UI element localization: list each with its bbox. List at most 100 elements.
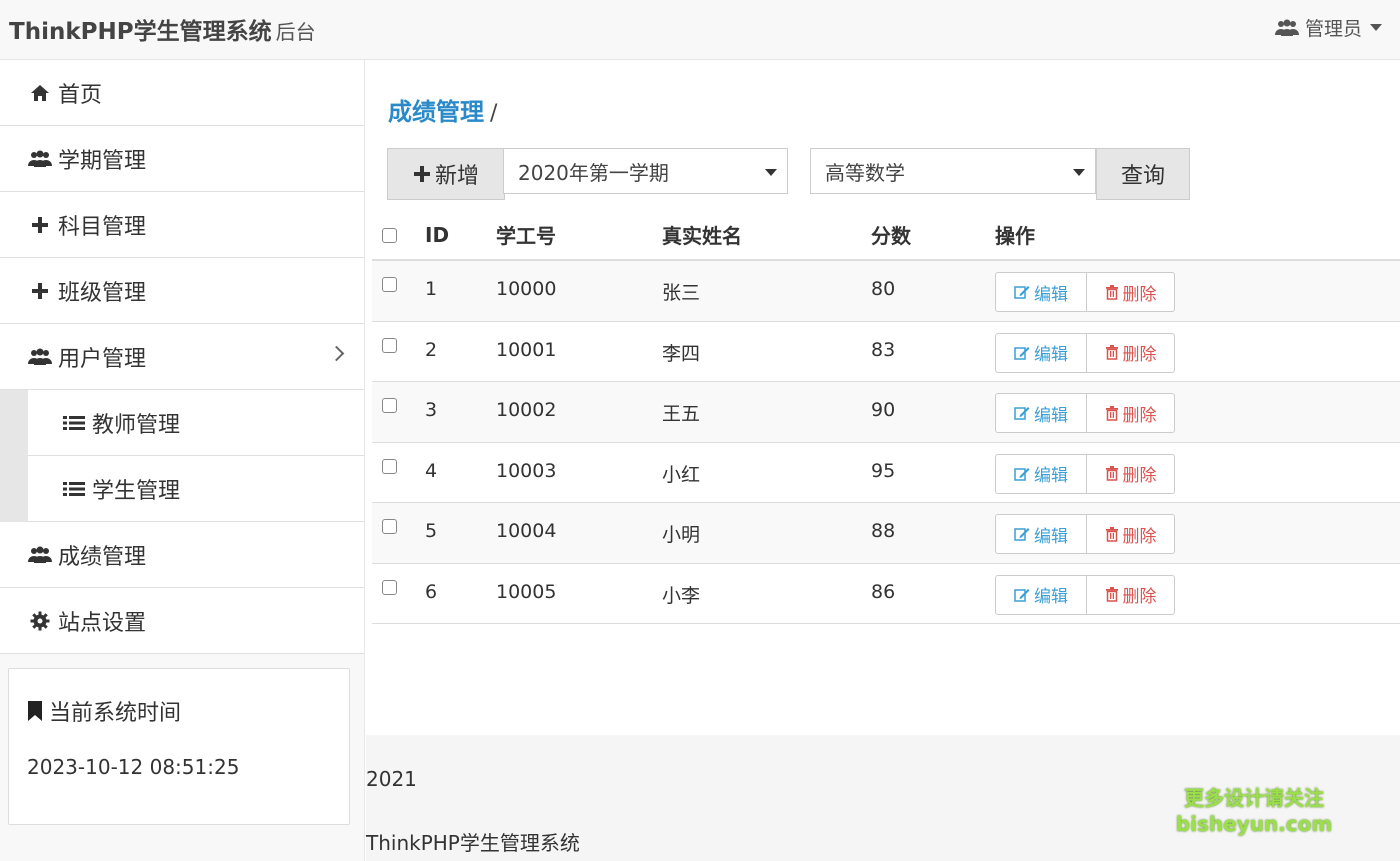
edit-button[interactable]: 编辑	[995, 514, 1087, 554]
row-actions: 编辑 删除	[995, 272, 1175, 312]
row-checkbox[interactable]	[382, 579, 397, 595]
plus-icon	[28, 216, 52, 234]
row-checkbox[interactable]	[382, 398, 397, 413]
footer-year: 2021	[366, 767, 417, 791]
footer: 2021 ThinkPHP学生管理系统 更多设计请关注 bisheyun.com	[366, 735, 1400, 861]
table-row: 6 10005 小李 86 编辑 删除	[372, 564, 1400, 624]
sidebar-item-label: 成绩管理	[58, 544, 147, 570]
brand[interactable]: ThinkPHP学生管理系统 后台	[9, 12, 316, 46]
sidebar-item-label: 用户管理	[58, 346, 147, 372]
delete-button[interactable]: 删除	[1087, 514, 1175, 554]
cell-score: 80	[871, 278, 896, 300]
edit-button-label: 编辑	[1034, 526, 1068, 547]
sidebar-item-classes[interactable]: 班级管理	[0, 258, 364, 324]
sidebar-item-label: 学期管理	[58, 148, 147, 174]
edit-icon	[1014, 588, 1030, 602]
sidebar-item-home[interactable]: 首页	[0, 60, 364, 126]
row-checkbox[interactable]	[382, 337, 397, 353]
breadcrumb-separator: /	[490, 101, 498, 126]
header-name: 真实姓名	[662, 224, 742, 248]
caret-down-icon	[1370, 24, 1382, 31]
delete-button[interactable]: 删除	[1087, 574, 1175, 615]
header-id: ID	[425, 222, 450, 247]
sidebar-item-terms[interactable]: 学期管理	[0, 126, 364, 192]
users-icon	[28, 150, 52, 168]
cell-id: 3	[425, 399, 438, 421]
sidebar-item-settings[interactable]: 站点设置	[0, 588, 364, 654]
row-actions: 编辑 删除	[995, 574, 1175, 615]
trash-icon	[1105, 345, 1118, 360]
cell-actions: 编辑 删除	[995, 503, 1175, 563]
list-icon	[62, 415, 86, 431]
submenu-indent	[0, 390, 28, 522]
cell-number: 10004	[496, 520, 557, 542]
edit-icon	[1014, 286, 1030, 299]
row-actions: 编辑 删除	[995, 332, 1175, 373]
row-checkbox[interactable]	[382, 458, 397, 474]
query-button[interactable]: 查询	[1096, 148, 1190, 200]
brand-subtitle: 后台	[275, 20, 316, 44]
edit-button[interactable]: 编辑	[995, 453, 1087, 494]
breadcrumb: 成绩管理 /	[388, 92, 497, 127]
breadcrumb-current[interactable]: 成绩管理	[388, 98, 484, 126]
sidebar-item-label: 首页	[58, 82, 103, 108]
header-number: 学工号	[496, 224, 556, 248]
plus-icon	[28, 282, 52, 300]
cell-number: 10000	[496, 278, 557, 300]
watermark: 更多设计请关注 bisheyun.com	[1174, 785, 1334, 837]
row-checkbox[interactable]	[382, 519, 397, 534]
edit-button-label: 编辑	[1034, 587, 1068, 607]
delete-button[interactable]: 删除	[1087, 332, 1175, 373]
sidebar-item-subjects[interactable]: 科目管理	[0, 192, 364, 258]
trash-icon	[1105, 284, 1118, 300]
cell-actions: 编辑 删除	[995, 261, 1175, 321]
edit-button[interactable]: 编辑	[995, 393, 1087, 433]
sidebar-item-students[interactable]: 学生管理	[28, 456, 364, 522]
main-content: 成绩管理 / 新增 2020年第一学期 高等数学 查询 ID 学工号 真实姓名 分…	[366, 60, 1400, 735]
delete-button-label: 删除	[1122, 284, 1157, 305]
cell-actions: 编辑 删除	[995, 322, 1175, 382]
subject-select[interactable]: 高等数学	[810, 148, 1096, 194]
row-select-cell	[382, 382, 397, 442]
sidebar-item-label: 科目管理	[58, 214, 147, 240]
cell-score: 83	[871, 338, 896, 361]
row-select-cell	[382, 322, 397, 382]
cell-score: 88	[871, 520, 896, 542]
edit-button[interactable]: 编辑	[995, 272, 1087, 312]
sidebar-item-teachers[interactable]: 教师管理	[28, 390, 364, 456]
row-actions: 编辑 删除	[995, 514, 1175, 554]
delete-button-label: 删除	[1122, 345, 1157, 365]
edit-button-label: 编辑	[1034, 345, 1068, 365]
sidebar-item-users[interactable]: 用户管理	[0, 324, 364, 390]
edit-icon	[1014, 407, 1030, 420]
top-navbar: ThinkPHP学生管理系统 后台 管理员	[0, 0, 1400, 60]
edit-button[interactable]: 编辑	[995, 574, 1087, 615]
grades-table: ID 学工号 真实姓名 分数 操作 1 10000 张三 80 编辑 删除 2 10001 李四…	[372, 210, 1400, 624]
users-icon	[28, 348, 52, 366]
row-select-cell	[382, 443, 397, 503]
cell-id: 1	[425, 278, 438, 300]
table-header: ID 学工号 真实姓名 分数 操作	[372, 210, 1400, 261]
bookmark-icon	[28, 701, 42, 721]
row-actions: 编辑 删除	[995, 393, 1175, 433]
watermark-line2: bisheyun.com	[1175, 812, 1333, 836]
trash-icon	[1105, 587, 1118, 602]
delete-button[interactable]: 删除	[1087, 393, 1175, 433]
add-button[interactable]: 新增	[387, 148, 505, 200]
cell-actions: 编辑 删除	[995, 382, 1175, 442]
cell-actions: 编辑 删除	[995, 443, 1175, 503]
users-icon	[1274, 19, 1299, 36]
cell-number: 10005	[496, 580, 557, 603]
delete-button[interactable]: 删除	[1087, 453, 1175, 494]
user-menu[interactable]: 管理员	[1274, 14, 1382, 41]
row-checkbox[interactable]	[382, 277, 397, 292]
row-select-cell	[382, 503, 397, 563]
cell-id: 6	[425, 580, 438, 603]
edit-icon	[1014, 528, 1030, 541]
edit-button[interactable]: 编辑	[995, 332, 1087, 373]
home-icon	[28, 84, 52, 102]
sidebar-item-grades[interactable]: 成绩管理	[0, 522, 364, 588]
term-select[interactable]: 2020年第一学期	[503, 148, 788, 194]
select-all-checkbox[interactable]	[382, 228, 397, 243]
delete-button[interactable]: 删除	[1087, 272, 1175, 312]
